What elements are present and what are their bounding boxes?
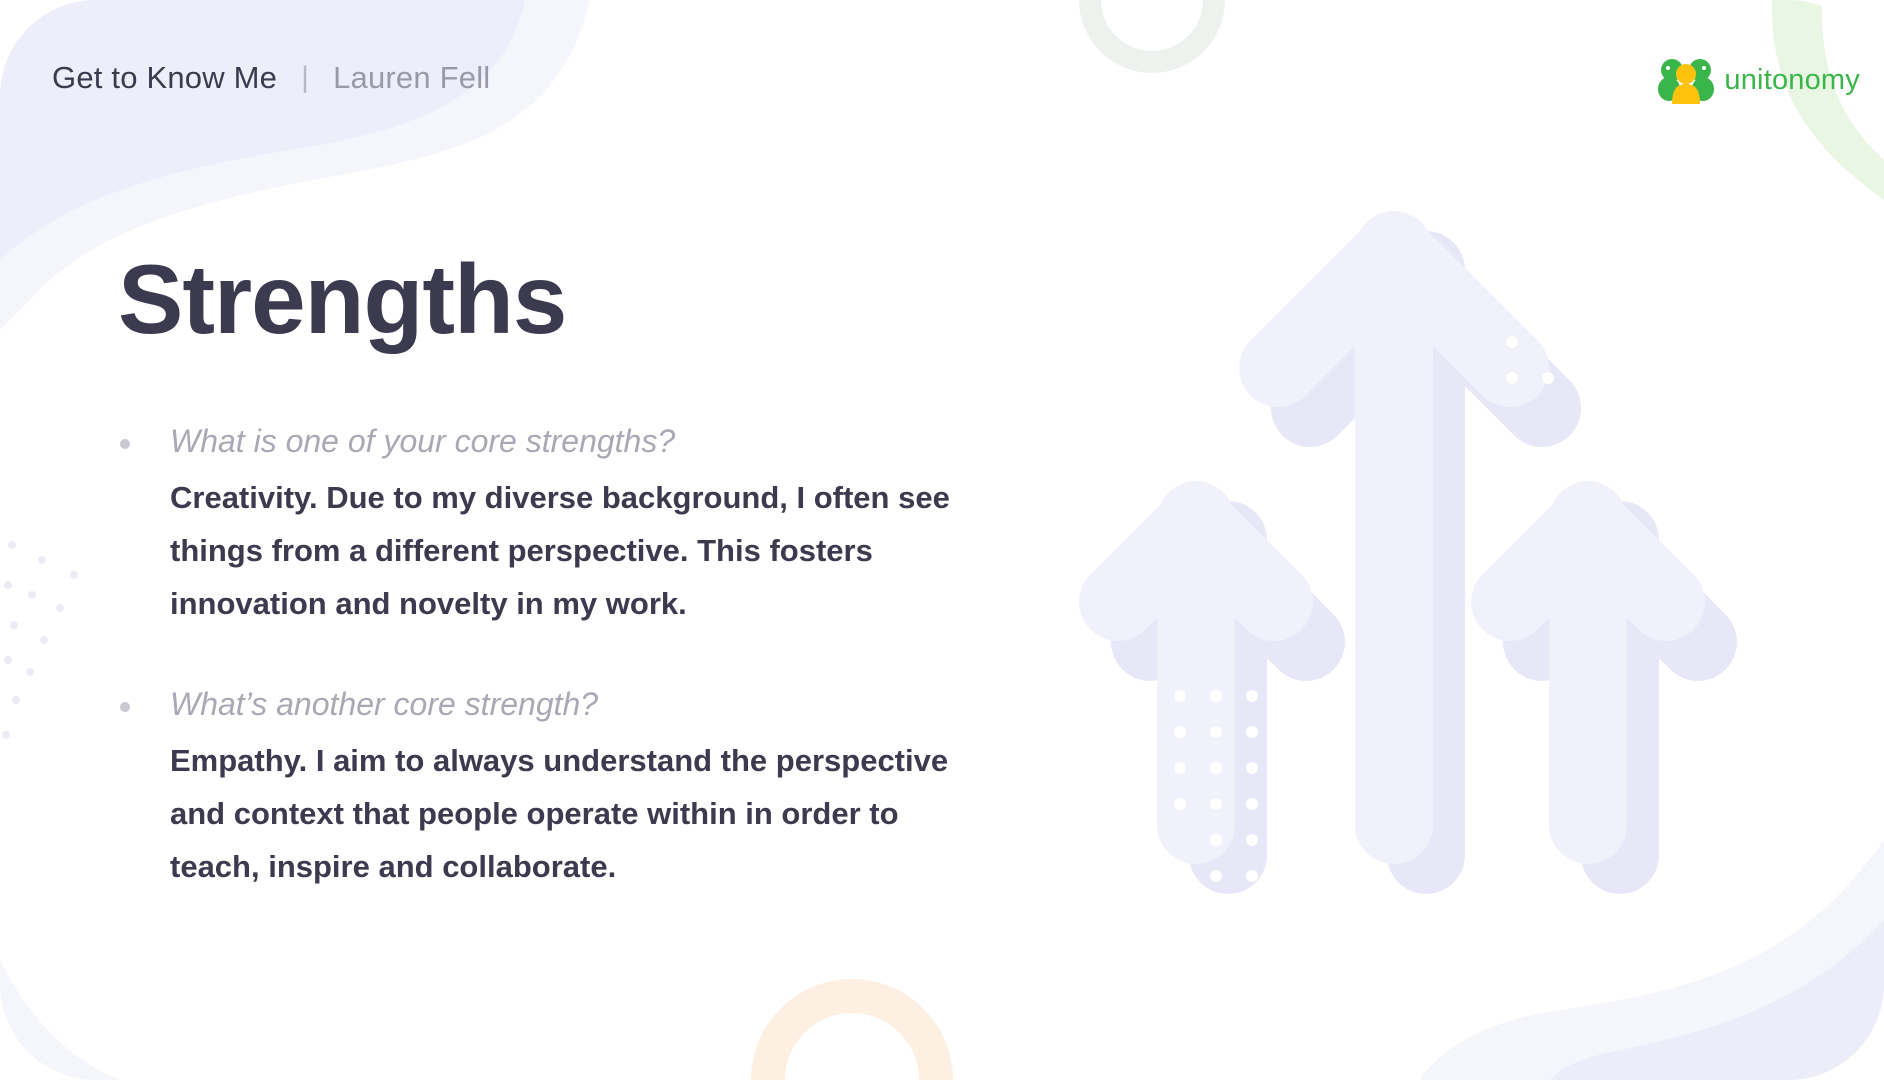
answer-text: Empathy. I aim to always understand the … [170,742,949,884]
slide-header: Get to Know Me | Lauren Fell [52,60,490,96]
header-separator: | [301,61,310,94]
page-title: Strengths [118,244,567,354]
qa-list-item-2: What’s another core strength? Empathy. I… [120,684,960,893]
list-item: What is one of your core strengths? Crea… [120,421,960,630]
header-author-name: Lauren Fell [333,60,491,95]
list-item: What’s another core strength? Empathy. I… [120,684,960,893]
people-group-icon [1658,59,1715,104]
question-text: What is one of your core strengths? [170,423,676,459]
bullet-icon [120,439,130,449]
slide-canvas: Get to Know Me | Lauren Fell unitonomy S… [0,0,1884,1080]
bullet-icon [120,702,130,712]
header-title: Get to Know Me [52,60,278,95]
logo-text: unitonomy [1724,63,1860,96]
brand-logo: unitonomy [1658,56,1860,104]
question-text: What’s another core strength? [170,686,599,722]
qa-list-item-1: What is one of your core strengths? Crea… [120,421,960,630]
answer-text: Creativity. Due to my diverse background… [170,479,950,621]
